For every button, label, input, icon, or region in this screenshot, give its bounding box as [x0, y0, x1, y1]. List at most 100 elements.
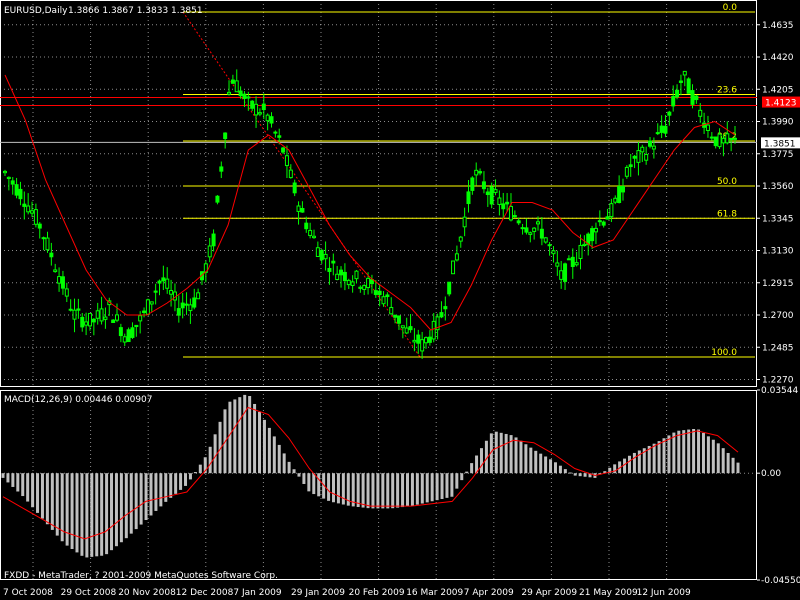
- candle-body: [296, 205, 301, 212]
- macd-bar: [253, 403, 257, 474]
- candle-body: [427, 336, 432, 343]
- date-tick-label: 29 Oct 2008: [61, 588, 117, 598]
- candle-body: [246, 96, 251, 99]
- macd-bar: [553, 462, 557, 474]
- candle-body: [412, 339, 417, 343]
- metatrader-chart[interactable]: 1.4635 1.4420 1.4205 1.3990 1.3775 1.3560 1.33…: [0, 0, 800, 600]
- candle-body: [729, 138, 734, 141]
- candle-body: [590, 228, 595, 242]
- macd-bar: [70, 473, 74, 550]
- macd-bar: [114, 473, 118, 547]
- candle-body: [68, 308, 73, 311]
- macd-bar: [213, 434, 217, 474]
- candle-body: [655, 132, 660, 135]
- candle-body: [161, 277, 166, 282]
- candle-body: [725, 133, 730, 144]
- candle-body: [87, 312, 92, 327]
- fib-level-label: 61.8: [717, 209, 737, 219]
- candle-body: [566, 258, 571, 261]
- candle-body: [678, 80, 683, 83]
- candle-body: [512, 215, 517, 218]
- macd-tick-label: 0.00: [761, 469, 781, 479]
- macd-bar: [258, 411, 262, 474]
- macd-bar: [184, 473, 188, 486]
- candle-body: [489, 186, 494, 205]
- candle-body: [651, 145, 656, 150]
- macd-bar: [272, 436, 276, 474]
- candle-body: [188, 304, 193, 312]
- macd-bar: [36, 473, 40, 513]
- macd-bar: [233, 399, 237, 474]
- macd-bar: [85, 473, 89, 558]
- macd-bar: [31, 473, 35, 508]
- candle-body: [362, 285, 367, 290]
- price-tick-label: 1.3560: [762, 182, 794, 192]
- macd-bar: [356, 473, 360, 507]
- candle-body: [396, 315, 401, 324]
- candle-body: [335, 273, 340, 280]
- candle-body: [134, 324, 139, 328]
- candle-body: [292, 182, 297, 194]
- macd-bar: [529, 447, 533, 474]
- candle-body: [358, 286, 363, 289]
- candle-body: [311, 235, 316, 239]
- macd-bar: [499, 432, 503, 474]
- candle-body: [377, 290, 382, 296]
- macd-bar: [519, 440, 523, 474]
- macd-bar: [632, 452, 636, 474]
- macd-bar: [381, 473, 385, 509]
- macd-bar: [396, 473, 400, 508]
- price-tick-label: 1.2270: [762, 376, 794, 386]
- macd-bar: [657, 441, 661, 474]
- macd-bar: [672, 432, 676, 474]
- candle-body: [281, 147, 286, 153]
- macd-bar: [277, 444, 281, 474]
- candle-body: [165, 278, 170, 289]
- macd-bar: [179, 473, 183, 490]
- macd-bar: [80, 473, 84, 556]
- macd-bar: [361, 473, 365, 508]
- macd-bar: [193, 472, 197, 474]
- macd-bar: [336, 473, 340, 504]
- candle-body: [354, 270, 359, 280]
- candle-body: [122, 336, 127, 343]
- candle-body: [559, 270, 564, 280]
- candle-body: [3, 170, 7, 174]
- macd-bar: [1, 473, 5, 478]
- macd-bar: [238, 397, 242, 474]
- macd-bar: [534, 450, 538, 474]
- candle-body: [508, 205, 513, 221]
- candle-body: [84, 321, 89, 326]
- price-tick-label: 1.3345: [762, 214, 794, 224]
- fib-level-label: 50.0: [717, 177, 737, 187]
- date-tick-label: 12 Jun 2009: [637, 588, 691, 598]
- candle-body: [10, 180, 15, 185]
- candle-body: [215, 195, 220, 203]
- candle-body: [37, 223, 42, 229]
- candle-body: [72, 309, 77, 320]
- candle-body: [505, 201, 510, 205]
- candle-body: [555, 262, 560, 267]
- macd-bar: [524, 444, 528, 474]
- macd-bar: [711, 439, 715, 474]
- macd-bar: [544, 456, 548, 474]
- macd-bar: [371, 473, 375, 509]
- macd-bar: [465, 471, 469, 474]
- macd-bar: [440, 473, 444, 499]
- macd-bar: [435, 473, 439, 501]
- candle-body: [667, 111, 672, 116]
- macd-bar: [716, 443, 720, 474]
- candle-body: [501, 203, 506, 210]
- candle-body: [420, 339, 425, 352]
- candle-body: [26, 205, 31, 213]
- candle-body: [690, 90, 695, 105]
- macd-bar: [198, 464, 202, 474]
- candle-body: [373, 290, 378, 295]
- candle-body: [404, 327, 409, 334]
- macd-bar: [188, 473, 192, 480]
- candle-body: [22, 203, 27, 207]
- price-tick-label: 1.3990: [762, 118, 794, 128]
- candle-body: [578, 244, 583, 260]
- macd-bar: [302, 473, 306, 484]
- symbol-label: EURUSD,Daily: [4, 6, 68, 16]
